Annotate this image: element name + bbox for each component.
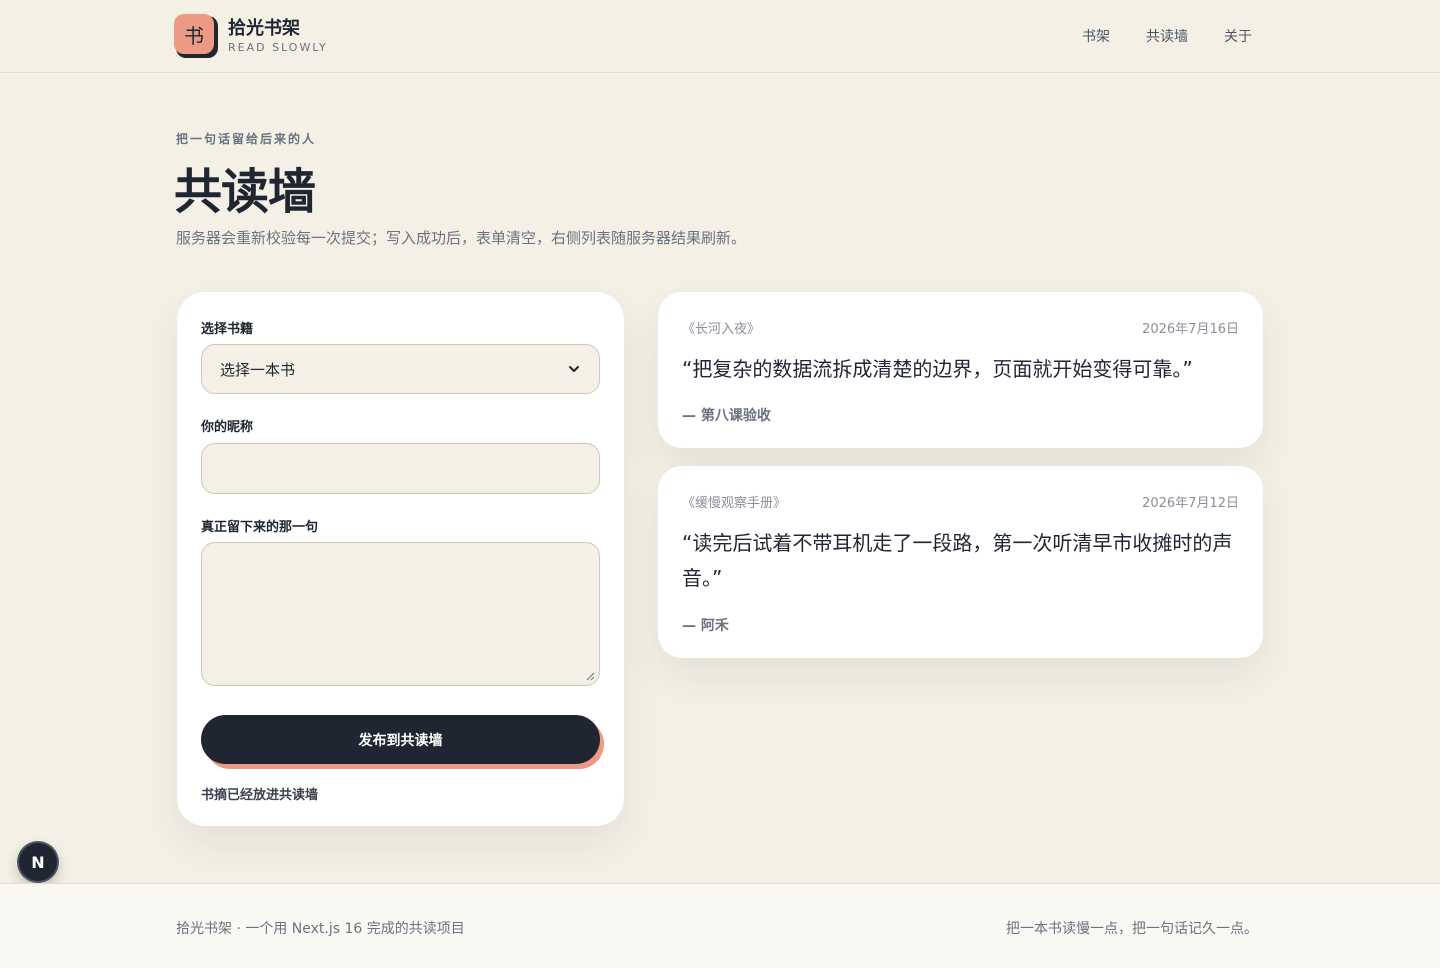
resize-grip-icon[interactable]: [586, 672, 595, 681]
nextjs-dev-badge[interactable]: N: [19, 843, 57, 881]
nav-link-bookshelf[interactable]: 书架: [1082, 26, 1110, 46]
logo[interactable]: 书: [174, 14, 218, 58]
page-eyebrow: 把一句话留给后来的人: [176, 132, 317, 146]
brand-subtitle: READ SLOWLY: [228, 41, 328, 54]
quote-author: — 阿禾: [682, 618, 729, 634]
main-nav: 书架 共读墙 关于: [1082, 26, 1252, 46]
nav-link-about[interactable]: 关于: [1224, 26, 1252, 46]
nav-link-reading-wall[interactable]: 共读墙: [1146, 26, 1188, 46]
status-message: 书摘已经放进共读墙: [201, 788, 319, 803]
quote-text: “读完后试着不带耳机走了一段路，第一次听清早市收摊时的声音。”: [682, 531, 1233, 590]
nickname-label: 你的昵称: [201, 420, 254, 435]
book-logo-icon: 书: [174, 14, 214, 54]
page-description: 服务器会重新校验每一次提交；写入成功后，表单清空，右侧列表随服务器结果刷新。: [176, 229, 747, 247]
quote-date: 2026年7月12日: [1142, 496, 1239, 511]
book-select-label: 选择书籍: [201, 322, 254, 337]
book-select-value: 选择一本书: [220, 360, 296, 379]
quote-text: “把复杂的数据流拆成清楚的边界，页面就开始变得可靠。”: [682, 357, 1193, 381]
chevron-down-icon: [569, 366, 579, 372]
brand-title[interactable]: 拾光书架: [228, 14, 300, 40]
quote-author: — 第八课验收: [682, 408, 771, 424]
site-header: 书 拾光书架 READ SLOWLY 书架 共读墙 关于: [0, 0, 1440, 73]
site-footer: 拾光书架 · 一个用 Next.js 16 完成的共读项目 把一本书读慢一点，把…: [0, 883, 1440, 968]
quote-card: 《缓慢观察手册》 2026年7月12日 “读完后试着不带耳机走了一段路，第一次听…: [658, 466, 1263, 658]
nickname-input[interactable]: [201, 443, 600, 494]
quote-textarea[interactable]: [201, 542, 600, 686]
quote-book-title: 《长河入夜》: [682, 322, 761, 337]
quote-label: 真正留下来的那一句: [201, 520, 319, 535]
submit-button[interactable]: 发布到共读墙: [201, 715, 600, 764]
quote-date: 2026年7月16日: [1142, 322, 1239, 337]
page-title: 共读墙: [174, 164, 316, 220]
quote-form-card: 选择书籍 选择一本书 你的昵称 真正留下来的那一句 发布到共读墙 书摘已经放进共…: [177, 292, 624, 826]
footer-tagline: 把一本书读慢一点，把一句话记久一点。: [1006, 921, 1258, 937]
book-select[interactable]: 选择一本书: [201, 344, 600, 394]
footer-credit: 拾光书架 · 一个用 Next.js 16 完成的共读项目: [176, 921, 465, 937]
quote-book-title: 《缓慢观察手册》: [682, 496, 787, 511]
quote-card: 《长河入夜》 2026年7月16日 “把复杂的数据流拆成清楚的边界，页面就开始变…: [658, 292, 1263, 448]
